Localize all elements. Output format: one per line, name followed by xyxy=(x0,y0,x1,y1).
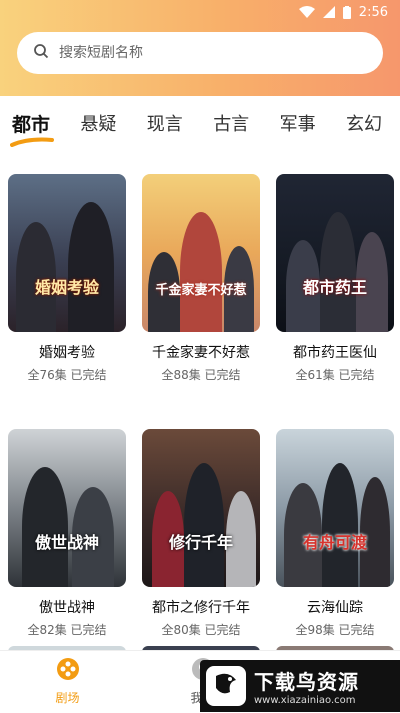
drama-title: 都市之修行千年 xyxy=(152,600,250,616)
drama-card[interactable]: 都市药王 都市药王医仙 全61集 已完结 xyxy=(276,174,394,383)
tab-dushi[interactable]: 都市 xyxy=(10,96,54,147)
site-watermark: 下载鸟资源 www.xiazainiao.com xyxy=(200,660,400,712)
tab-xianyan[interactable]: 现言 xyxy=(147,96,183,146)
drama-poster[interactable]: 修行千年 xyxy=(142,429,260,587)
poster-figure xyxy=(180,212,222,332)
watermark-logo xyxy=(206,666,246,706)
drama-card[interactable]: 有舟可渡 云海仙踪 全98集 已完结 xyxy=(276,429,394,638)
tab-label: 玄幻 xyxy=(345,114,382,135)
drama-meta: 全82集 已完结 xyxy=(27,623,107,637)
category-tabs: 都市 悬疑 现言 古言 军事 玄幻 xyxy=(0,96,400,147)
tab-label: 军事 xyxy=(279,114,316,135)
poster-figure xyxy=(22,467,68,587)
drama-title: 婚姻考验 xyxy=(39,345,95,361)
status-bar: 2:56 xyxy=(0,0,400,24)
drama-card[interactable]: 傲世战神 傲世战神 全82集 已完结 xyxy=(8,429,126,638)
drama-title: 云海仙踪 xyxy=(307,600,363,616)
signal-icon xyxy=(322,6,335,18)
watermark-text: 下载鸟资源 www.xiazainiao.com xyxy=(254,666,359,706)
search-bar[interactable] xyxy=(17,32,383,74)
drama-card[interactable]: 婚姻考验 婚姻考验 全76集 已完结 xyxy=(8,174,126,383)
watermark-url: www.xiazainiao.com xyxy=(254,695,356,706)
drama-card[interactable]: 千金家妻不好惹 千金家妻不好惹 全88集 已完结 xyxy=(142,174,260,383)
nav-theater[interactable]: 剧场 xyxy=(0,651,135,713)
search-input[interactable] xyxy=(57,44,341,62)
poster-figure xyxy=(68,202,114,332)
poster-title: 都市药王 xyxy=(302,278,367,297)
watermark-title: 下载鸟资源 xyxy=(254,670,359,694)
drama-poster[interactable]: 有舟可渡 xyxy=(276,429,394,587)
tab-guyan[interactable]: 古言 xyxy=(213,96,249,146)
drama-meta: 全61集 已完结 xyxy=(295,368,375,382)
tab-xuanhuan[interactable]: 玄幻 xyxy=(346,96,382,146)
tab-label: 悬疑 xyxy=(80,114,117,135)
drama-card[interactable]: 修行千年 都市之修行千年 全80集 已完结 xyxy=(142,429,260,638)
drama-meta: 全88集 已完结 xyxy=(161,368,241,382)
drama-title: 傲世战神 xyxy=(39,600,95,616)
film-reel-icon xyxy=(56,657,80,685)
tab-label: 古言 xyxy=(213,114,250,135)
drama-meta: 全98集 已完结 xyxy=(295,623,375,637)
poster-figure xyxy=(322,463,358,587)
drama-grid: 婚姻考验 婚姻考验 全76集 已完结 千金家妻不好惹 千金家妻不好惹 全88集 … xyxy=(8,174,396,638)
poster-title: 傲世战神 xyxy=(34,533,99,552)
tab-xuanyi[interactable]: 悬疑 xyxy=(80,96,116,146)
poster-figure xyxy=(320,212,356,332)
poster-title: 修行千年 xyxy=(168,533,233,552)
battery-icon xyxy=(342,5,351,19)
tab-label: 现言 xyxy=(146,114,183,135)
nav-theater-label: 剧场 xyxy=(55,691,80,705)
poster-figure xyxy=(184,463,224,587)
wifi-icon xyxy=(298,6,315,18)
drama-title: 都市药王医仙 xyxy=(293,345,377,361)
header-background: 2:56 xyxy=(0,0,400,96)
tab-label: 都市 xyxy=(12,114,51,136)
tab-active-indicator xyxy=(10,137,54,147)
drama-poster[interactable]: 傲世战神 xyxy=(8,429,126,587)
drama-poster[interactable]: 都市药王 xyxy=(276,174,394,332)
search-icon xyxy=(33,43,49,63)
drama-meta: 全80集 已完结 xyxy=(161,623,241,637)
tab-junshi[interactable]: 军事 xyxy=(280,96,316,146)
drama-poster[interactable]: 千金家妻不好惹 xyxy=(142,174,260,332)
drama-title: 千金家妻不好惹 xyxy=(152,345,250,361)
drama-meta: 全76集 已完结 xyxy=(27,368,107,382)
drama-poster[interactable]: 婚姻考验 xyxy=(8,174,126,332)
poster-title: 有舟可渡 xyxy=(302,533,367,552)
poster-title: 婚姻考验 xyxy=(34,278,99,297)
status-time: 2:56 xyxy=(358,4,388,20)
poster-title: 千金家妻不好惹 xyxy=(155,283,247,298)
